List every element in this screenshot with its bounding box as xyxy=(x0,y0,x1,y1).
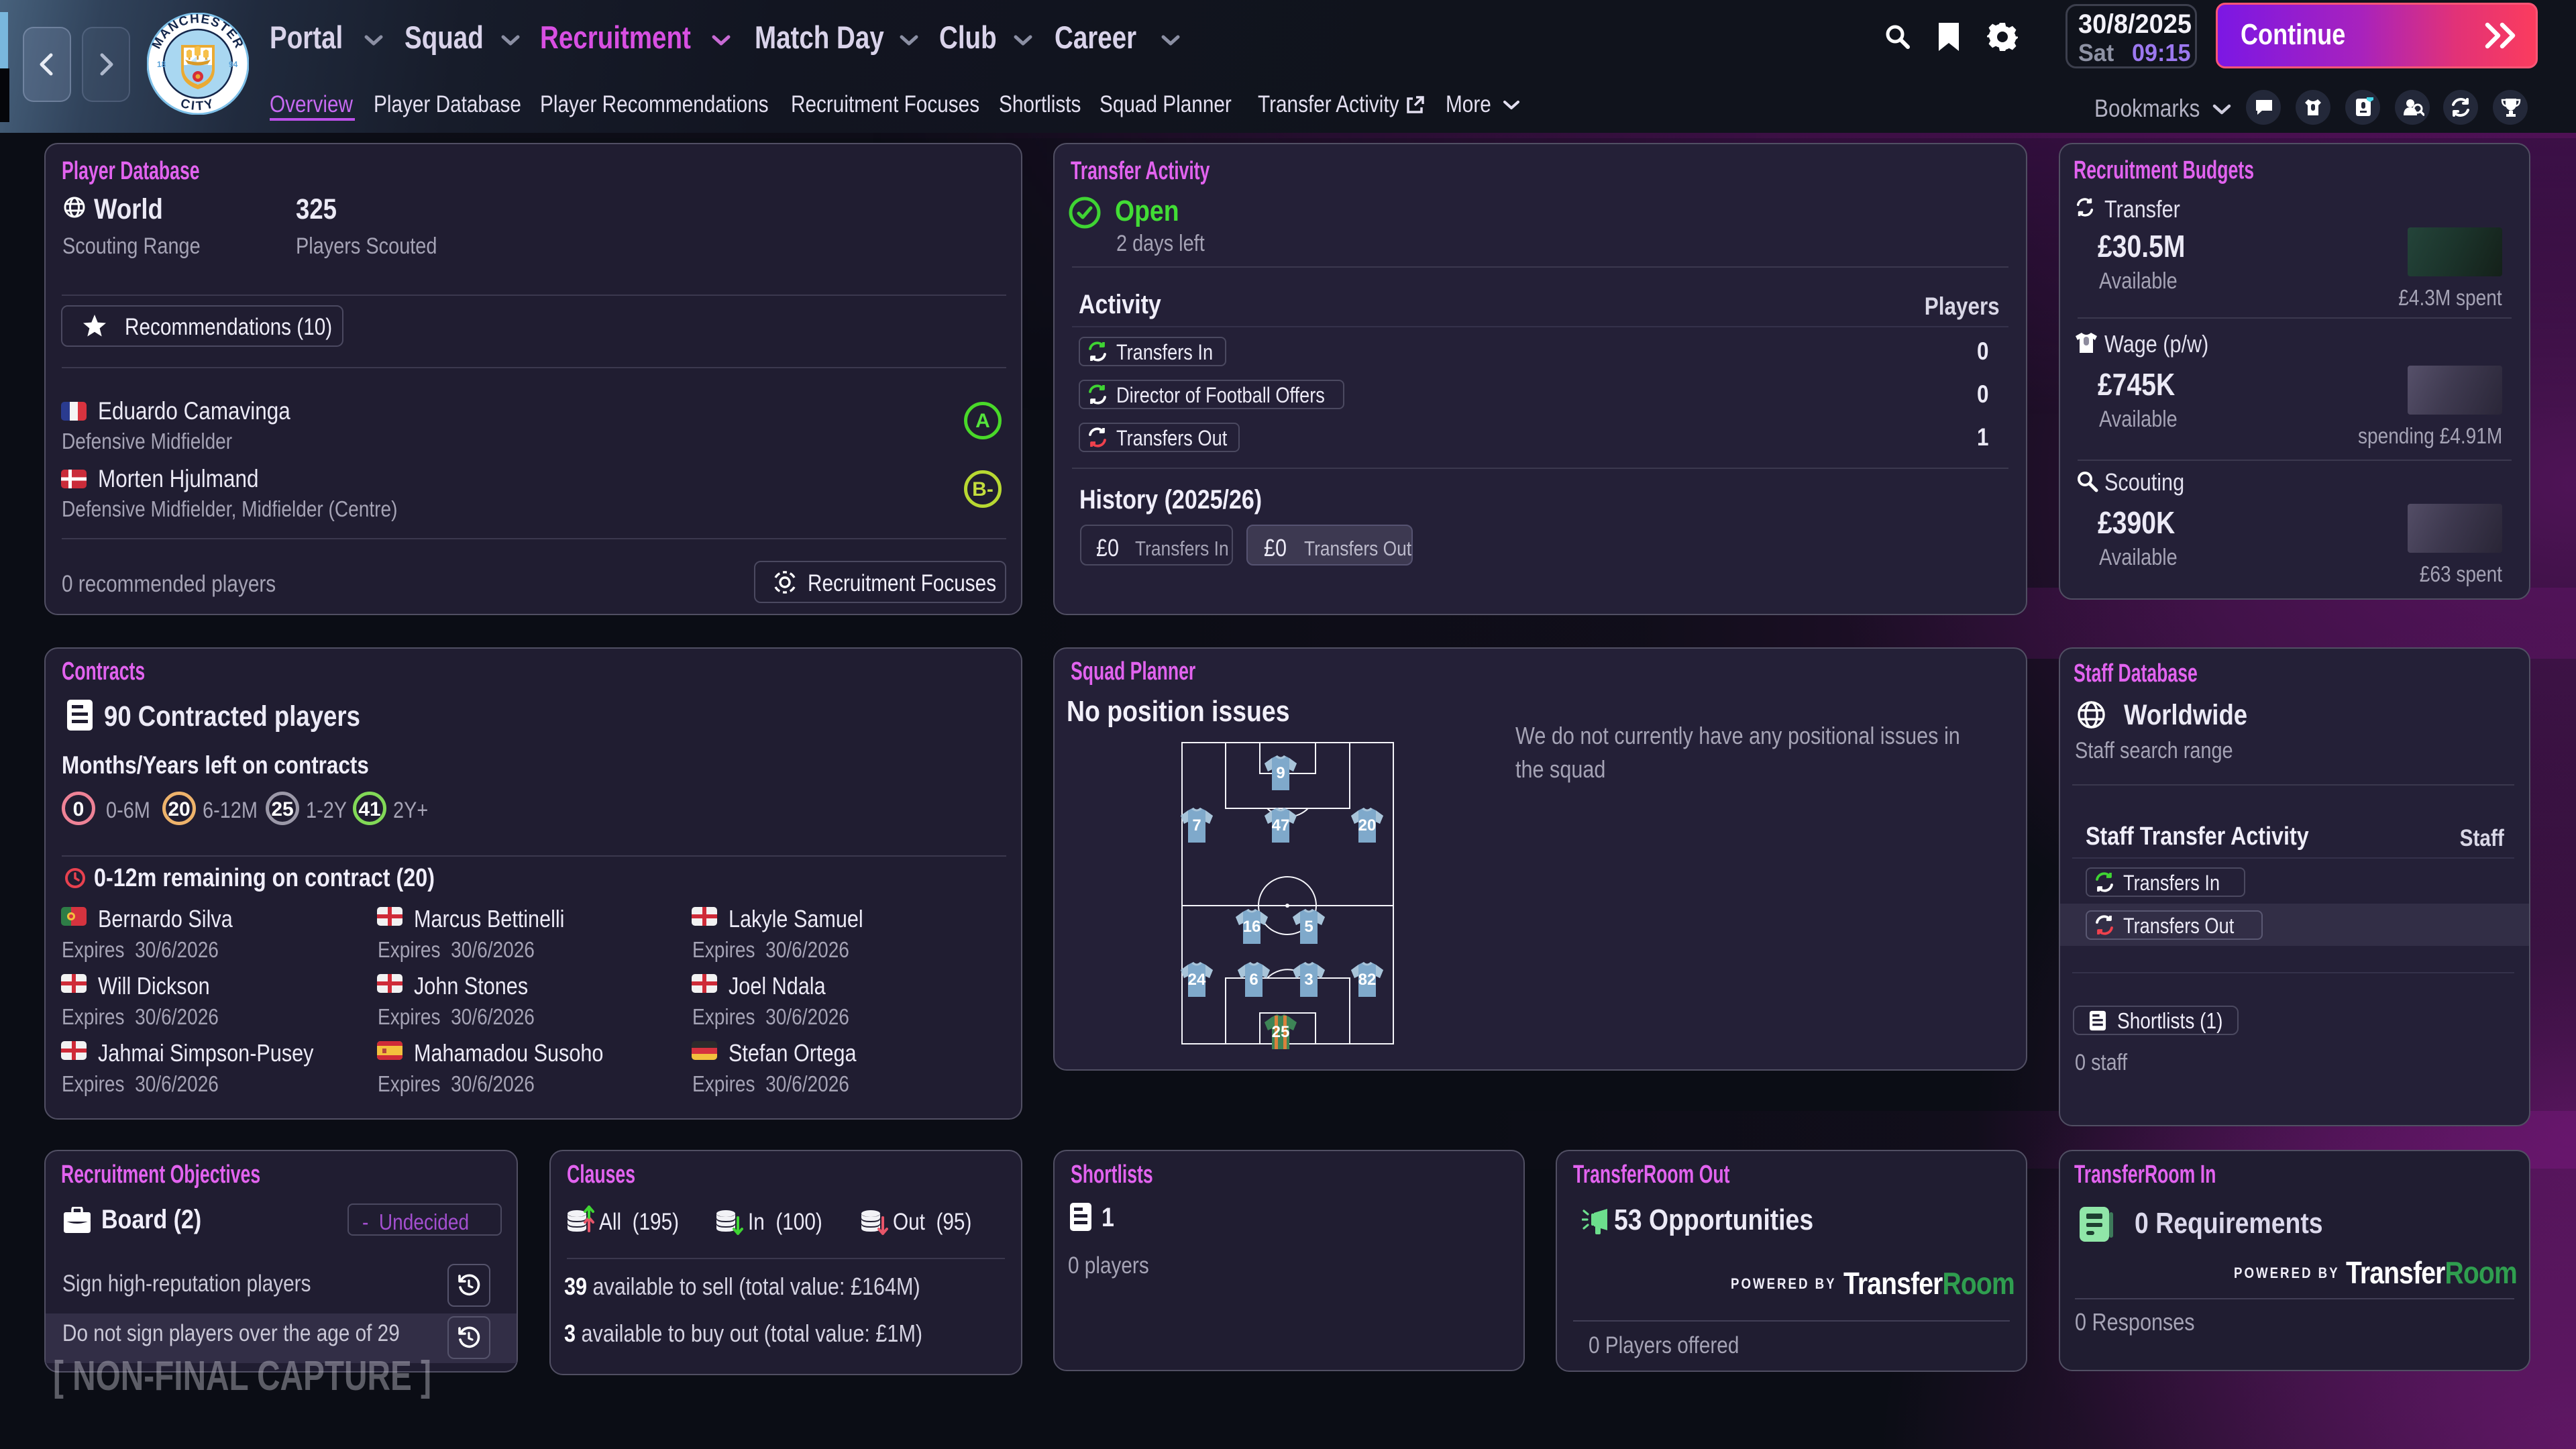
svg-text:18: 18 xyxy=(157,60,166,69)
svg-text:7: 7 xyxy=(1192,816,1201,835)
svg-text:47: 47 xyxy=(1272,816,1290,835)
svg-text:5: 5 xyxy=(1304,918,1313,936)
svg-text:24: 24 xyxy=(1188,971,1206,989)
svg-text:94: 94 xyxy=(229,60,238,69)
svg-text:3: 3 xyxy=(1304,971,1313,989)
svg-text:9: 9 xyxy=(1276,764,1285,782)
svg-text:20: 20 xyxy=(1358,816,1377,835)
svg-text:25: 25 xyxy=(1272,1023,1290,1041)
svg-text:16: 16 xyxy=(1243,918,1261,936)
svg-text:82: 82 xyxy=(1358,971,1377,989)
svg-text:6: 6 xyxy=(1249,971,1258,989)
